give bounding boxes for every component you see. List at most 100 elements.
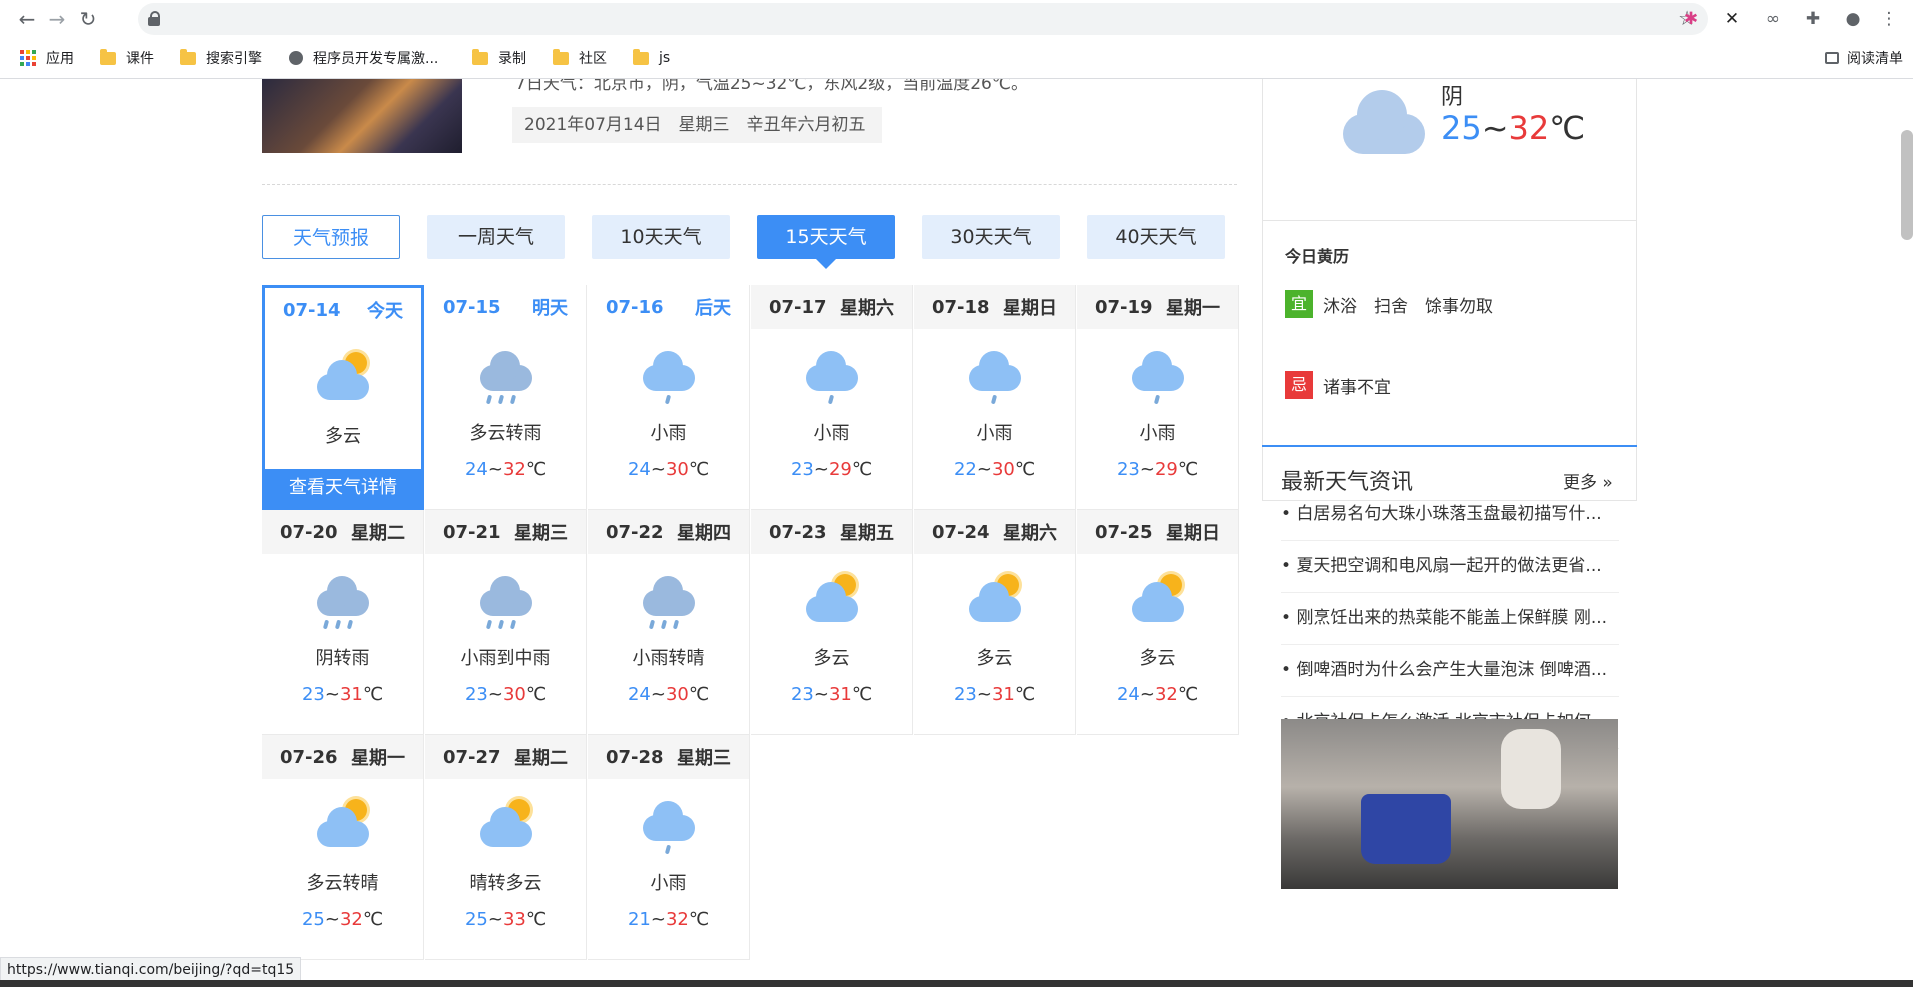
day-header: 07-26 星期一 [262,735,423,779]
forecast-day-cell[interactable]: 07-23 星期五 多云 23~31℃ [751,510,913,735]
cloud-sun-icon [262,779,423,869]
bookmark-community[interactable]: 社区 [553,48,607,68]
day-temp-range: 24~30℃ [627,459,710,480]
bookmark-courseware[interactable]: 课件 [100,48,154,68]
news-item[interactable]: • 倒啤酒时为什么会产生大量泡沫 倒啤酒... [1281,645,1619,697]
pot-shape [1361,794,1451,864]
day-temp-range: 23~31℃ [301,684,384,705]
day-date: 07-19 [1095,296,1153,318]
day-date: 07-26 [280,746,338,768]
day-temp-range: 23~31℃ [953,684,1036,705]
day-temp-range: 24~32℃ [1116,684,1199,705]
forecast-day-cell[interactable]: 07-26 星期一 多云转晴 25~32℃ [262,735,424,960]
current-temp: 25~32℃ [1441,109,1586,147]
menu-icon[interactable]: ⋮ [1876,6,1902,32]
puzzle-icon[interactable]: ✚ [1800,6,1826,32]
forecast-day-cell[interactable]: 07-25 星期日 多云 24~32℃ [1077,510,1239,735]
forecast-day-cell[interactable]: 07-18 星期日 小雨 22~30℃ [914,285,1076,510]
tab-forecast[interactable]: 天气预报 [262,215,400,259]
address-bar[interactable]: ☆ [138,3,1708,35]
news-item[interactable]: • 刚烹饪出来的热菜能不能盖上保鲜膜 刚... [1281,593,1619,645]
forecast-day-cell[interactable]: 07-21 星期三 小雨到中雨 23~30℃ [425,510,587,735]
tab-40-day[interactable]: 40天天气 [1087,215,1225,259]
forecast-day-cell[interactable]: 07-24 星期六 多云 23~31℃ [914,510,1076,735]
day-header: 07-24 星期六 [914,510,1075,554]
profile-avatar-icon[interactable]: ● [1840,6,1866,32]
tab-10-day[interactable]: 10天天气 [592,215,730,259]
city-photo [262,79,462,153]
day-weather-desc: 阴转雨 [315,648,370,669]
day-temp-range: 22~30℃ [953,459,1036,480]
forecast-day-cell[interactable]: 07-22 星期四 小雨转晴 24~30℃ [588,510,750,735]
day-week: 星期三 [677,748,731,769]
forecast-day-cell[interactable]: 07-16 后天 小雨 24~30℃ [588,285,750,510]
bookmark-js[interactable]: js [633,48,670,68]
taskbar-edge [0,980,1913,987]
day-temp-range: 23~29℃ [790,459,873,480]
day-date: 07-24 [932,521,990,543]
news-item[interactable]: • 夏天把空调和电风扇一起开的做法更省... [1281,541,1619,593]
overcast-cloud-icon [1343,90,1425,154]
day-week: 星期六 [840,298,894,319]
news-item[interactable]: • 白居易名句大珠小珠落玉盘最初描写什... [1281,489,1619,541]
reload-icon[interactable]: ↻ [75,6,101,32]
day-weather-desc: 多云转雨 [469,423,542,444]
back-icon[interactable]: ← [14,6,40,32]
forecast-day-cell[interactable]: 07-27 星期二 晴转多云 25~33℃ [425,735,587,960]
day-temp-range: 23~31℃ [790,684,873,705]
forward-icon[interactable]: → [44,6,70,32]
day-temp-range: 25~33℃ [464,909,547,930]
day-weather-desc: 多云 [813,648,850,669]
bookmark-apps[interactable]: 应用 [20,48,74,68]
day-date: 07-18 [932,296,990,318]
day-date: 07-14 [283,299,341,321]
current-weather: 阴 25~32℃ [1262,79,1637,221]
ji-item: 诸事不宜 [1323,377,1391,398]
folder-icon [180,48,196,65]
extension-icon[interactable]: ✱ [1678,6,1704,32]
tab-week[interactable]: 一周天气 [427,215,565,259]
tab-15-day[interactable]: 15天天气 [757,215,895,269]
day-date: 07-28 [606,746,664,768]
current-desc: 阴 [1441,85,1464,110]
news-divider [1262,445,1637,447]
day-header: 07-15 明天 [425,285,586,329]
extension-x-icon[interactable]: ✕ [1719,6,1745,32]
day-week: 星期一 [351,748,405,769]
forecast-tabs: 天气预报 一周天气 10天天气 15天天气 30天天气 40天天气 [262,215,1237,275]
scrollbar[interactable] [1901,130,1913,240]
folder-icon [633,48,649,65]
view-details-button[interactable]: 查看天气详情 [265,469,421,507]
forecast-day-cell[interactable]: 07-19 星期一 小雨 23~29℃ [1077,285,1239,510]
day-date: 07-25 [1095,521,1153,543]
extension-link-icon[interactable]: ∞ [1760,6,1786,32]
day-week: 星期二 [351,523,405,544]
bookmarks-bar: 应用 课件 搜索引擎 程序员开发专属激... 录制 社区 js 阅读清单 [0,38,1913,79]
bookmark-record[interactable]: 录制 [472,48,526,68]
day-week: 星期三 [514,523,568,544]
day-weather-desc: 小雨 [650,873,687,894]
day-date: 07-15 [443,296,501,318]
news-image[interactable] [1281,719,1618,889]
weather-page: 7日天气：北京市，阴，气温25~32℃，东风2级，当前温度26℃。 2021年0… [0,79,1913,987]
reading-list[interactable]: 阅读清单 [1825,48,1903,68]
day-weather-desc: 小雨 [813,423,850,444]
forecast-day-cell[interactable]: 07-15 明天 多云转雨 24~32℃ [425,285,587,510]
forecast-day-cell[interactable]: 07-17 星期六小雨 23~29℃ [751,285,913,510]
forecast-day-cell[interactable]: 07-20 星期二阴转雨 23~31℃ [262,510,424,735]
day-header: 07-28 星期三 [588,735,749,779]
bookmark-dev[interactable]: 程序员开发专属激... [289,48,438,68]
light-rain-icon [588,329,749,419]
day-header: 07-25 星期日 [1077,510,1238,554]
cloud-sun-icon [265,332,421,422]
lock-icon [148,11,160,26]
tab-30-day[interactable]: 30天天气 [922,215,1060,259]
day-week: 星期二 [514,748,568,769]
day-date: 07-20 [280,521,338,543]
yi-badge: 宜 [1285,290,1313,318]
forecast-day-cell[interactable]: 07-14 今天 多云 查看天气详情 [262,285,424,510]
bookmark-search-engines[interactable]: 搜索引擎 [180,48,262,68]
day-week: 星期六 [1003,523,1057,544]
forecast-day-cell[interactable]: 07-28 星期三 小雨 21~32℃ [588,735,750,960]
day-header: 07-17 星期六 [751,285,912,329]
